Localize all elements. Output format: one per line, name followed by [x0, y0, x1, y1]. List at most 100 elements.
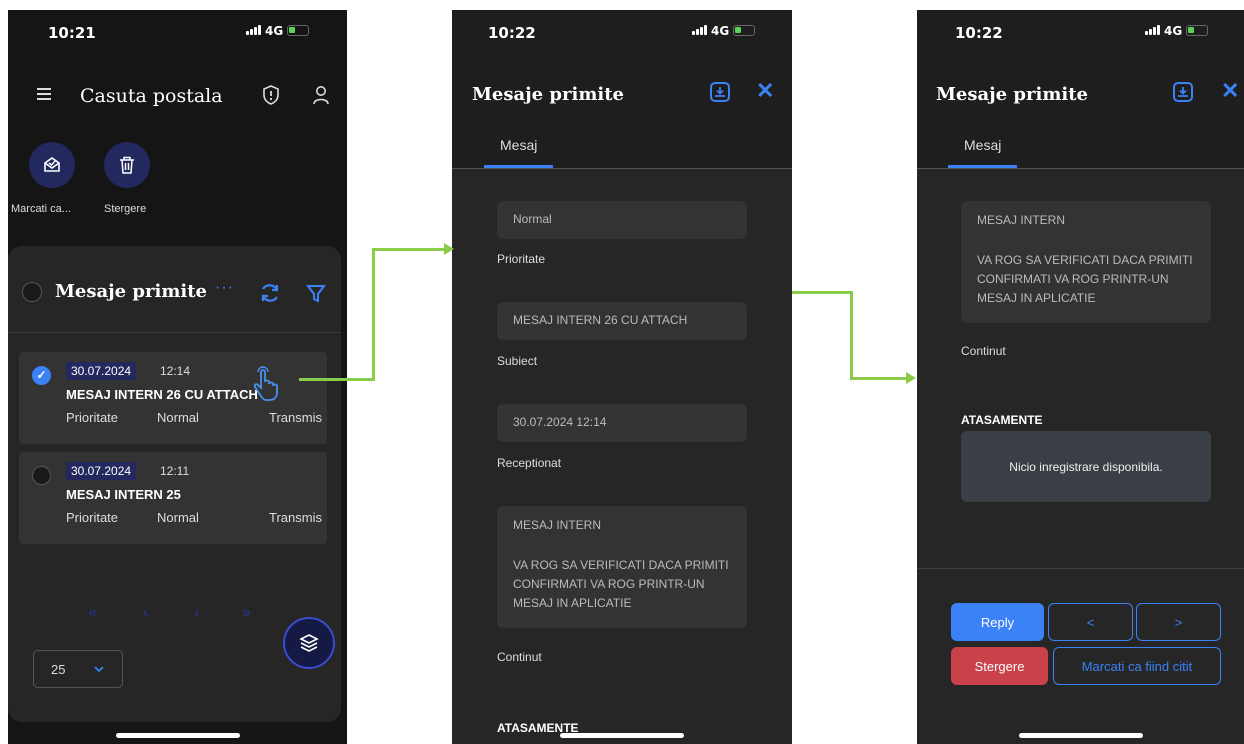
chevron-down-icon	[94, 666, 104, 673]
content-label: Continut	[961, 344, 1006, 358]
priority-label: Prioritate	[66, 510, 119, 525]
download-icon[interactable]	[709, 81, 731, 103]
close-icon[interactable]: ✕	[1221, 78, 1239, 104]
received-label: Receptionat	[497, 456, 562, 470]
no-records-message: Nicio inregistrare disponibila.	[961, 431, 1211, 502]
flow-arrow-2-head	[906, 372, 916, 384]
content-body: VA ROG SA VERIFICATI DACA PRIMITI CONFIR…	[977, 253, 1193, 305]
delete-action-button[interactable]	[104, 142, 150, 188]
flow-arrow-1-head	[444, 243, 454, 255]
message-time: 12:14	[160, 364, 191, 378]
signal-bars-icon	[1145, 25, 1160, 35]
status-bar: 10:21 4G	[8, 10, 347, 58]
attachments-heading: ATASAMENTE	[961, 413, 1043, 427]
page-title: Mesaje primite	[936, 84, 1088, 105]
status-time: 10:22	[955, 24, 1003, 42]
flow-arrow-2-segment	[792, 291, 853, 294]
delete-button[interactable]: Stergere	[951, 647, 1048, 685]
reply-button[interactable]: Reply	[951, 603, 1044, 641]
mark-read-action-label: Marcati ca...	[11, 203, 71, 215]
content-field: MESAJ INTERN VA ROG SA VERIFICATI DACA P…	[497, 506, 747, 628]
flow-arrow-1-segment	[372, 248, 375, 381]
priority-label: Prioritate	[497, 252, 546, 266]
inbox-screen: 10:21 4G Casuta postala Marcati ca... St…	[8, 10, 347, 744]
page-title: Mesaje primite	[472, 84, 624, 105]
content-body: VA ROG SA VERIFICATI DACA PRIMITI CONFIR…	[513, 558, 729, 610]
message-date: 30.07.2024	[66, 362, 137, 380]
message-status: Transmis	[269, 510, 322, 525]
battery-icon	[733, 25, 756, 36]
subject-field: MESAJ INTERN 26 CU ATTACH	[497, 302, 747, 340]
message-subject: MESAJ INTERN 26 CU ATTACH	[66, 387, 258, 402]
menu-icon[interactable]	[37, 88, 51, 103]
select-all-checkbox[interactable]	[22, 282, 42, 302]
layers-fab[interactable]	[283, 617, 335, 669]
list-title: Mesaje primite	[55, 281, 207, 302]
message-subject: MESAJ INTERN 25	[66, 487, 181, 502]
status-time: 10:21	[48, 24, 96, 42]
row-checkbox-checked[interactable]: ✓	[32, 366, 51, 385]
tab-mesaj[interactable]: Mesaj	[500, 137, 537, 153]
flow-arrow-1-segment	[299, 378, 374, 381]
filter-icon[interactable]	[306, 283, 326, 303]
priority-label: Prioritate	[66, 410, 119, 425]
prev-page-button[interactable]: ‹	[143, 604, 148, 622]
content-label: Continut	[497, 650, 542, 664]
layers-icon	[299, 634, 319, 652]
message-detail-scrolled-screen: 10:22 4G Mesaje primite ✕ Mesaj MESAJ IN…	[917, 10, 1244, 744]
message-body: Normal Prioritate MESAJ INTERN 26 CU ATT…	[452, 169, 792, 744]
row-checkbox[interactable]	[32, 466, 51, 485]
envelope-check-icon	[44, 157, 60, 172]
previous-message-button[interactable]: <	[1048, 603, 1133, 641]
list-divider	[8, 332, 341, 333]
priority-value: Normal	[157, 510, 199, 525]
network-label: 4G	[1164, 24, 1183, 38]
flow-arrow-2-segment	[850, 377, 908, 380]
signal-bars-icon	[246, 25, 261, 35]
content-field: MESAJ INTERN VA ROG SA VERIFICATI DACA P…	[961, 201, 1211, 323]
status-time: 10:22	[488, 24, 536, 42]
subject-label: Subiect	[497, 354, 538, 368]
first-page-button[interactable]: «	[88, 604, 97, 622]
refresh-icon[interactable]	[259, 282, 281, 304]
priority-field: Normal	[497, 201, 747, 239]
network-label: 4G	[711, 24, 730, 38]
download-icon[interactable]	[1172, 81, 1194, 103]
message-body: MESAJ INTERN VA ROG SA VERIFICATI DACA P…	[917, 169, 1244, 744]
battery-icon	[1186, 25, 1209, 36]
user-icon[interactable]	[312, 85, 330, 105]
last-page-button[interactable]: »	[242, 604, 251, 622]
next-page-button[interactable]: ›	[194, 604, 199, 622]
trash-icon	[120, 156, 134, 174]
signal-indicator: 4G	[246, 24, 310, 38]
content-heading: MESAJ INTERN	[977, 213, 1066, 227]
list-item[interactable]: 30.07.2024 12:11 MESAJ INTERN 25 Priorit…	[19, 452, 327, 544]
list-item[interactable]: ✓ 30.07.2024 12:14 MESAJ INTERN 26 CU AT…	[19, 352, 327, 444]
footer-divider	[917, 568, 1244, 569]
page-size-value: 25	[51, 662, 66, 677]
home-indicator	[560, 733, 684, 738]
shield-icon[interactable]	[262, 85, 280, 105]
content-heading: MESAJ INTERN	[513, 518, 602, 532]
signal-indicator: 4G	[1145, 24, 1209, 38]
page-title: Casuta postala	[80, 85, 223, 107]
delete-action-label: Stergere	[104, 203, 147, 215]
network-label: 4G	[265, 24, 284, 38]
signal-indicator: 4G	[692, 24, 756, 38]
home-indicator	[115, 733, 240, 738]
more-options-icon[interactable]: ···	[215, 279, 234, 297]
message-date: 30.07.2024	[66, 462, 137, 480]
next-message-button[interactable]: >	[1136, 603, 1221, 641]
mark-as-read-button[interactable]: Marcati ca fiind citit	[1053, 647, 1221, 685]
mark-read-action-button[interactable]	[29, 142, 75, 188]
status-bar: 10:22 4G	[452, 10, 792, 58]
priority-value: Normal	[157, 410, 199, 425]
message-status: Transmis	[269, 410, 322, 425]
message-detail-screen: 10:22 4G Mesaje primite ✕ Mesaj Normal P…	[452, 10, 792, 744]
close-icon[interactable]: ✕	[756, 78, 774, 104]
received-field: 30.07.2024 12:14	[497, 404, 747, 442]
home-indicator	[1018, 733, 1143, 738]
tab-mesaj[interactable]: Mesaj	[964, 137, 1001, 153]
page-size-select[interactable]: 25	[33, 650, 123, 688]
status-bar: 10:22 4G	[917, 10, 1244, 58]
